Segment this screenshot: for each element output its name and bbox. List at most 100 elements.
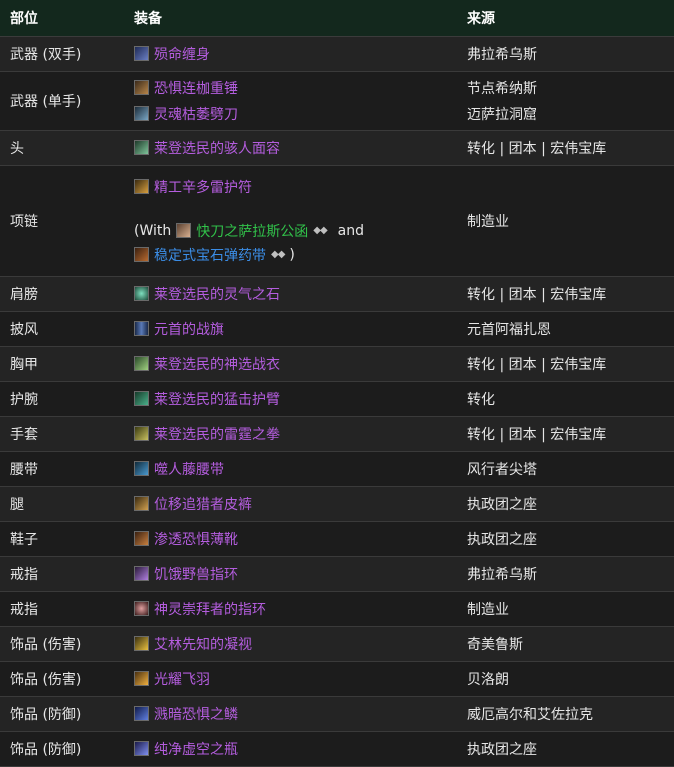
source-cell: 节点希纳斯 迈萨拉洞窟 <box>457 71 674 130</box>
table-row: 饰品 (伤害) 光耀飞羽 贝洛朗 <box>0 661 674 696</box>
source-cell: 执政团之座 <box>467 496 537 513</box>
shoulder-icon <box>134 286 149 301</box>
header-source: 来源 <box>457 0 674 37</box>
item-cell: 渗透恐惧薄靴 <box>124 521 457 556</box>
slot-cell: 头 <box>10 140 24 157</box>
slot-cell: 腰带 <box>10 461 38 478</box>
item-cell: 殒命缠身 <box>124 36 457 71</box>
item-link[interactable]: 纯净虚空之瓶 <box>154 739 238 759</box>
slot-cell: 饰品 (防御) <box>10 741 82 758</box>
item-cell: 恐惧连枷重锤 灵魂枯萎劈刀 <box>124 71 457 130</box>
slot-cell: 饰品 (伤害) <box>10 671 82 688</box>
cloak-icon <box>134 321 149 336</box>
slot-cell: 戒指 <box>10 566 38 583</box>
item-link[interactable]: 溅暗恐惧之鳞 <box>154 704 238 724</box>
source-text: 节点希纳斯 <box>467 80 537 97</box>
table-header-row: 部位 装备 来源 <box>0 0 674 37</box>
vial-icon <box>134 741 149 756</box>
table-row: 胸甲 莱登选民的神选战衣 转化 | 团本 | 宏伟宝库 <box>0 346 674 381</box>
source-cell: 转化 <box>467 391 495 408</box>
staff-icon <box>134 46 149 61</box>
source-cell: 转化 | 团本 | 宏伟宝库 <box>467 356 607 373</box>
gloves-icon <box>134 426 149 441</box>
item-link[interactable]: 艾林先知的凝视 <box>154 634 252 654</box>
item-cell: 饥饿野兽指环 <box>124 556 457 591</box>
with-joiner: and <box>337 222 364 239</box>
slot-cell: 武器 (单手) <box>10 93 82 110</box>
belt-icon <box>134 461 149 476</box>
source-cell: 贝洛朗 <box>467 671 509 688</box>
item-link[interactable]: 灵魂枯萎劈刀 <box>154 104 238 124</box>
chest-icon <box>134 356 149 371</box>
table-row: 头 莱登选民的骇人面容 转化 | 团本 | 宏伟宝库 <box>0 130 674 165</box>
source-cell: 转化 | 团本 | 宏伟宝库 <box>467 426 607 443</box>
item-link[interactable]: 饥饿野兽指环 <box>154 564 238 584</box>
table-row: 戒指 饥饿野兽指环 弗拉希乌斯 <box>0 556 674 591</box>
item-cell: 莱登选民的灵气之石 <box>124 276 457 311</box>
slot-cell: 胸甲 <box>10 356 38 373</box>
legs-icon <box>134 496 149 511</box>
table-row: 武器 (双手) 殒命缠身 弗拉希乌斯 <box>0 36 674 71</box>
item-link[interactable]: 神灵崇拜者的指环 <box>154 599 266 619</box>
source-cell: 执政团之座 <box>467 741 537 758</box>
source-cell: 奇美鲁斯 <box>467 636 523 653</box>
ring-icon <box>134 601 149 616</box>
ammo-belt-icon <box>134 247 149 262</box>
source-cell: 制造业 <box>467 213 509 230</box>
amulet-icon <box>134 179 149 194</box>
item-link[interactable]: 渗透恐惧薄靴 <box>154 529 238 549</box>
item-cell: 精工辛多雷护符 (With 快刀之萨拉斯公函 ◆◆ and 稳定式宝石弹药带 ◆… <box>124 165 457 276</box>
source-cell: 弗拉希乌斯 <box>467 566 537 583</box>
slot-cell: 手套 <box>10 426 38 443</box>
gem-socket-icon: ◆◆ <box>271 249 285 260</box>
item-cell: 纯净虚空之瓶 <box>124 731 457 766</box>
source-cell: 元首阿福扎恩 <box>467 321 551 338</box>
item-link[interactable]: 莱登选民的骇人面容 <box>154 138 280 158</box>
feather-icon <box>134 671 149 686</box>
slot-cell: 鞋子 <box>10 531 38 548</box>
item-cell: 噬人藤腰带 <box>124 451 457 486</box>
table-row: 饰品 (伤害) 艾林先知的凝视 奇美鲁斯 <box>0 626 674 661</box>
source-cell: 弗拉希乌斯 <box>467 46 537 63</box>
trinket-icon <box>134 636 149 651</box>
axe-icon <box>134 106 149 121</box>
table-row: 护腕 莱登选民的猛击护臂 转化 <box>0 381 674 416</box>
item-cell: 光耀飞羽 <box>124 661 457 696</box>
ring-icon <box>134 566 149 581</box>
source-text: 迈萨拉洞窟 <box>467 106 537 123</box>
item-cell: 神灵崇拜者的指环 <box>124 591 457 626</box>
helm-icon <box>134 140 149 155</box>
item-link[interactable]: 稳定式宝石弹药带 <box>154 245 266 265</box>
slot-cell: 披风 <box>10 321 38 338</box>
table-row: 肩膀 莱登选民的灵气之石 转化 | 团本 | 宏伟宝库 <box>0 276 674 311</box>
slot-cell: 武器 (双手) <box>10 46 82 63</box>
gear-table: 部位 装备 来源 武器 (双手) 殒命缠身 弗拉希乌斯 武器 (单手) 恐惧连枷… <box>0 0 674 767</box>
item-link[interactable]: 莱登选民的猛击护臂 <box>154 389 280 409</box>
source-cell: 风行者尖塔 <box>467 461 537 478</box>
item-link[interactable]: 元首的战旗 <box>154 319 224 339</box>
item-link[interactable]: 莱登选民的灵气之石 <box>154 284 280 304</box>
table-row: 饰品 (防御) 纯净虚空之瓶 执政团之座 <box>0 731 674 766</box>
table-row: 腿 位移追猎者皮裤 执政团之座 <box>0 486 674 521</box>
item-cell: 莱登选民的神选战衣 <box>124 346 457 381</box>
header-slot: 部位 <box>0 0 124 37</box>
table-row: 手套 莱登选民的雷霆之拳 转化 | 团本 | 宏伟宝库 <box>0 416 674 451</box>
item-cell: 艾林先知的凝视 <box>124 626 457 661</box>
item-cell: 位移追猎者皮裤 <box>124 486 457 521</box>
slot-cell: 饰品 (防御) <box>10 706 82 723</box>
item-link[interactable]: 莱登选民的雷霆之拳 <box>154 424 280 444</box>
table-row: 项链 精工辛多雷护符 (With 快刀之萨拉斯公函 ◆◆ and 稳定式宝石弹药… <box>0 165 674 276</box>
item-link[interactable]: 位移追猎者皮裤 <box>154 494 252 514</box>
source-cell: 执政团之座 <box>467 531 537 548</box>
slot-cell: 护腕 <box>10 391 38 408</box>
item-link[interactable]: 殒命缠身 <box>154 44 210 64</box>
item-link[interactable]: 快刀之萨拉斯公函 <box>196 221 308 241</box>
source-cell: 转化 | 团本 | 宏伟宝库 <box>467 286 607 303</box>
scale-icon <box>134 706 149 721</box>
item-link[interactable]: 精工辛多雷护符 <box>154 177 252 197</box>
item-link[interactable]: 光耀飞羽 <box>154 669 210 689</box>
item-link[interactable]: 噬人藤腰带 <box>154 459 224 479</box>
source-cell: 转化 | 团本 | 宏伟宝库 <box>467 140 607 157</box>
item-link[interactable]: 恐惧连枷重锤 <box>154 78 238 98</box>
item-link[interactable]: 莱登选民的神选战衣 <box>154 354 280 374</box>
